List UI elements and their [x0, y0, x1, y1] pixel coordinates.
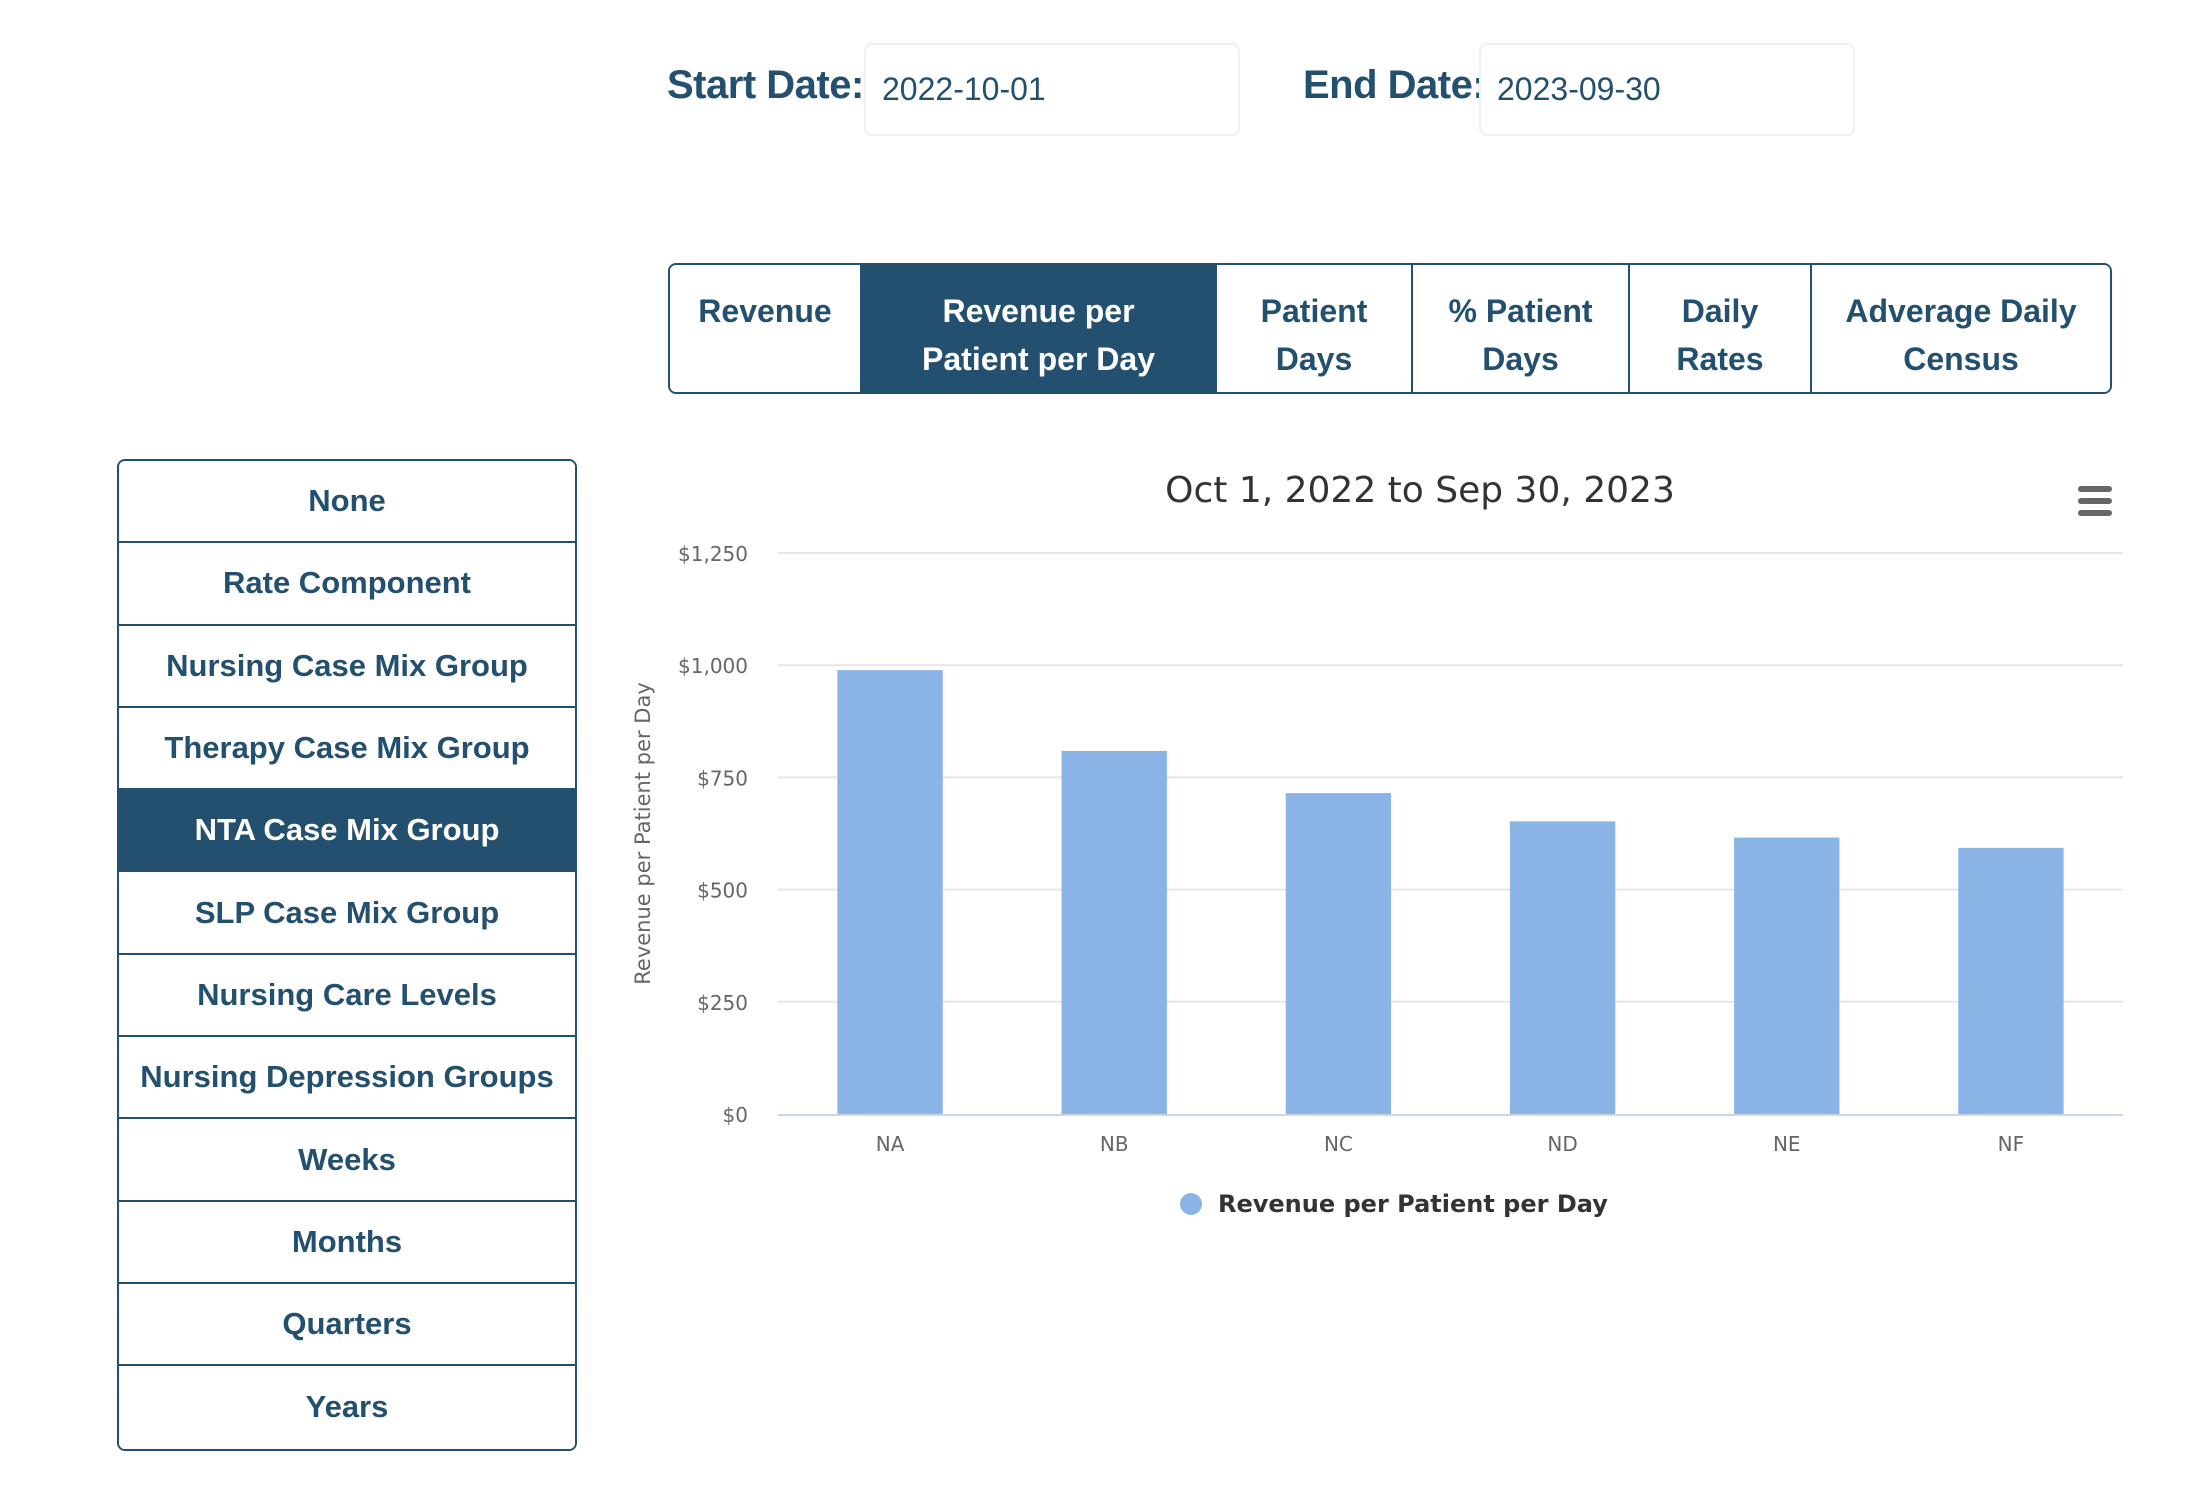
x-tick-label: ND: [1547, 1132, 1577, 1156]
y-tick-label: $750: [697, 766, 748, 790]
y-tick-label: $500: [697, 879, 748, 903]
legend-item[interactable]: Revenue per Patient per Day: [1180, 1190, 1608, 1218]
x-tick-label: NF: [1998, 1132, 2024, 1156]
bar[interactable]: [837, 670, 943, 1114]
x-tick-label: NE: [1773, 1132, 1801, 1156]
y-tick-label: $1,250: [678, 542, 748, 566]
bar[interactable]: [1734, 837, 1840, 1114]
y-tick-label: $250: [697, 991, 748, 1015]
y-tick-label: $1,000: [678, 654, 748, 678]
y-axis-label: Revenue per Patient per Day: [631, 682, 655, 985]
y-tick-label: $0: [723, 1103, 748, 1127]
x-tick-label: NB: [1100, 1132, 1129, 1156]
legend-label: Revenue per Patient per Day: [1218, 1190, 1608, 1218]
bar[interactable]: [1061, 750, 1167, 1114]
bar[interactable]: [1285, 793, 1392, 1114]
legend-marker-icon: [1180, 1193, 1202, 1215]
bar[interactable]: [1958, 847, 2064, 1114]
bar-chart: $0 $250 $500 $750 $1,000 $1,250 NA NB NC ND NE NF Re…: [631, 542, 2123, 1156]
x-tick-label: NC: [1324, 1132, 1353, 1156]
x-tick-label: NA: [876, 1132, 905, 1156]
bar[interactable]: [1509, 821, 1616, 1114]
